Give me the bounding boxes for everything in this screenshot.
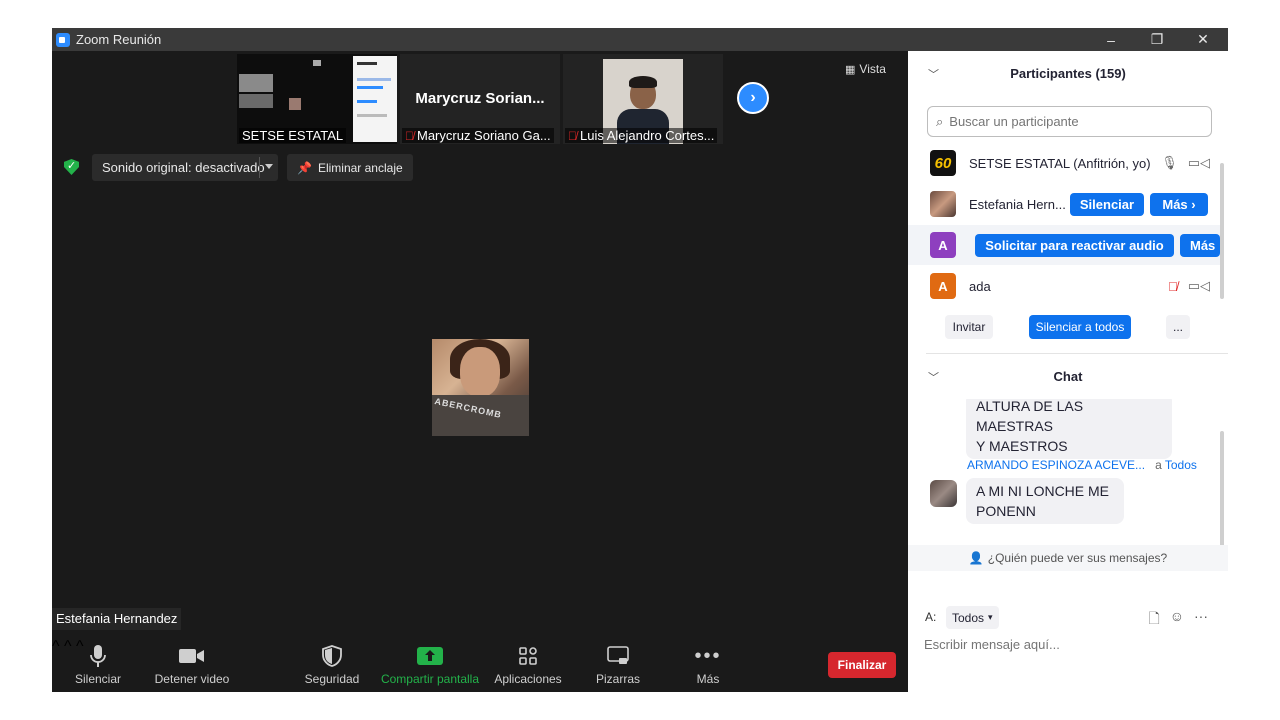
active-speaker-name: Estefania Hernandez bbox=[52, 608, 182, 630]
next-page-button[interactable]: › bbox=[737, 82, 769, 114]
video-camera-icon bbox=[179, 644, 205, 668]
search-icon: ⌕ bbox=[936, 113, 944, 129]
chevron-up-icon[interactable]: ^ bbox=[64, 638, 72, 655]
participant-search[interactable]: ⌕ bbox=[927, 106, 1212, 137]
security-button[interactable]: Seguridad bbox=[304, 638, 360, 692]
participant-more-button[interactable]: Más › bbox=[1150, 192, 1208, 216]
pin-icon: 📌 bbox=[297, 160, 312, 175]
microphone-icon bbox=[89, 644, 107, 668]
more-dots-icon: ••• bbox=[694, 644, 722, 667]
share-screen-icon bbox=[417, 644, 443, 668]
participants-more-button[interactable]: ... bbox=[1166, 315, 1190, 339]
restore-button[interactable]: ❐ bbox=[1134, 28, 1180, 51]
emoji-icon[interactable]: ☺ bbox=[1170, 608, 1184, 632]
chevron-right-icon: › bbox=[750, 89, 756, 106]
avatar bbox=[930, 480, 957, 507]
chat-messages: ALTURA DE LAS MAESTRAS Y MAESTROS ARMAND… bbox=[908, 399, 1220, 544]
view-button[interactable]: ▦ Vista bbox=[845, 62, 886, 76]
participants-header: ﹀ Participantes (159) bbox=[928, 65, 1126, 82]
who-can-see-messages[interactable]: 👤 ¿Quién puede ver sus mensajes? bbox=[908, 545, 1228, 571]
mic-muted-icon: 🎙̸ bbox=[405, 129, 414, 143]
video-camera-icon[interactable]: ▭◁ bbox=[1188, 278, 1210, 294]
chevron-down-icon[interactable]: ﹀ bbox=[928, 369, 939, 385]
recipient-label: A: bbox=[925, 610, 937, 624]
chat-message-input[interactable] bbox=[924, 637, 1214, 652]
avatar bbox=[930, 191, 956, 217]
meeting-toolbar: Silenciar ^ Detener video ^ Seguridad Co… bbox=[52, 638, 908, 692]
zoom-app-icon bbox=[56, 32, 70, 47]
whiteboard-icon bbox=[607, 644, 629, 668]
chat-message: ALTURA DE LAS MAESTRAS Y MAESTROS bbox=[966, 399, 1172, 459]
apps-icon bbox=[518, 644, 538, 668]
end-meeting-button[interactable]: Finalizar bbox=[828, 652, 896, 678]
whiteboards-button[interactable]: Pizarras bbox=[592, 638, 644, 692]
encryption-shield-icon[interactable] bbox=[64, 159, 79, 175]
close-button[interactable]: ✕ bbox=[1180, 28, 1226, 51]
caret-down-icon[interactable] bbox=[265, 164, 273, 169]
share-screen-button[interactable]: Compartir pantalla bbox=[380, 638, 480, 692]
thumbnail-label: SETSE ESTATAL bbox=[239, 128, 347, 143]
participant-row[interactable]: A ada 🎙̸ ▭◁ bbox=[908, 266, 1220, 303]
ask-to-unmute-button[interactable]: Solicitar para reactivar audio bbox=[975, 233, 1174, 257]
more-dots-icon[interactable]: ··· bbox=[1194, 608, 1208, 632]
thumbnail-setse[interactable]: SETSE ESTATAL bbox=[237, 54, 397, 144]
original-sound-button[interactable]: Sonido original: desactivado bbox=[92, 154, 278, 181]
chat-header: ﹀ Chat bbox=[928, 368, 1083, 385]
chat-message: A MI NI LONCHE ME PONENN bbox=[966, 478, 1124, 524]
recipient-select[interactable]: Todos ▾ bbox=[946, 606, 999, 629]
participant-actions: Invitar Silenciar a todos ... bbox=[908, 315, 1228, 341]
participant-row[interactable]: A Solicitar para reactivar audio Más bbox=[908, 225, 1220, 265]
file-icon[interactable]: 🗋 bbox=[1148, 608, 1159, 632]
title-bar: Zoom Reunión – ❐ ✕ bbox=[52, 28, 1228, 51]
chevron-down-icon[interactable]: ﹀ bbox=[928, 66, 939, 82]
person-info-icon: 👤 bbox=[968, 551, 984, 565]
participant-search-input[interactable] bbox=[949, 114, 1190, 129]
minimize-button[interactable]: – bbox=[1088, 28, 1134, 51]
avatar: 60 bbox=[930, 150, 956, 176]
mic-muted-icon: 🎙̸ bbox=[568, 129, 577, 143]
shield-icon bbox=[322, 644, 342, 668]
side-panel: ﹀ Participantes (159) ⌕ 60 SETSE ESTATAL… bbox=[908, 51, 1228, 692]
avatar: A bbox=[930, 273, 956, 299]
thumbnail-label: 🎙̸ Marycruz Soriano Ga... bbox=[402, 128, 554, 143]
chevron-down-icon: ▾ bbox=[988, 612, 993, 622]
mic-muted-icon[interactable]: 🎙̸ bbox=[1168, 279, 1178, 294]
participant-name: Estefania Hern... bbox=[969, 196, 1066, 212]
stop-video-button[interactable]: Detener video bbox=[154, 638, 230, 692]
zoom-window: Zoom Reunión – ❐ ✕ SETSE ESTATAL Marycru… bbox=[52, 28, 1228, 692]
participant-more-button[interactable]: Más bbox=[1180, 233, 1220, 257]
avatar: A bbox=[930, 232, 956, 258]
chat-recipient-row: A: Todos ▾ 🗋 ☺ ··· bbox=[908, 606, 1228, 630]
microphone-icon[interactable]: 🎙 bbox=[1161, 155, 1178, 171]
thumbnail-label: 🎙̸ Luis Alejandro Cortes... bbox=[565, 128, 718, 143]
invite-button[interactable]: Invitar bbox=[945, 315, 993, 339]
mute-all-button[interactable]: Silenciar a todos bbox=[1029, 315, 1131, 339]
more-button[interactable]: ••• Más bbox=[682, 638, 734, 692]
thumbnail-marycruz[interactable]: Marycruz Sorian... 🎙̸ Marycruz Soriano Ga… bbox=[400, 54, 560, 144]
apps-button[interactable]: Aplicaciones bbox=[494, 638, 562, 692]
chat-sender: ARMANDO ESPINOZA ACEVE... a Todos bbox=[967, 458, 1197, 472]
thumbnail-luis[interactable]: 🎙̸ Luis Alejandro Cortes... bbox=[563, 54, 723, 144]
grid-icon: ▦ bbox=[845, 63, 856, 76]
participant-name: ada bbox=[969, 278, 991, 294]
chevron-up-icon[interactable]: ^ bbox=[52, 638, 60, 655]
participant-row[interactable]: Estefania Hern... Silenciar Más › bbox=[908, 184, 1220, 224]
mute-button[interactable]: Silenciar bbox=[74, 638, 122, 692]
video-camera-icon[interactable]: ▭◁ bbox=[1188, 155, 1210, 171]
mute-participant-button[interactable]: Silenciar bbox=[1070, 192, 1144, 216]
unpin-button[interactable]: 📌 Eliminar anclaje bbox=[287, 154, 413, 181]
participants-scrollbar[interactable] bbox=[1220, 163, 1224, 299]
active-speaker-video: ABERCROMB bbox=[432, 339, 529, 436]
participant-row[interactable]: 60 SETSE ESTATAL (Anfitrión, yo) 🎙 ▭◁ bbox=[908, 143, 1220, 183]
participant-list: 60 SETSE ESTATAL (Anfitrión, yo) 🎙 ▭◁ Es… bbox=[908, 143, 1220, 303]
window-title: Zoom Reunión bbox=[76, 32, 162, 47]
divider bbox=[926, 353, 1228, 354]
participant-name: SETSE ESTATAL (Anfitrión, yo) bbox=[969, 155, 1151, 171]
participant-name-large: Marycruz Sorian... bbox=[415, 90, 545, 107]
meeting-area: SETSE ESTATAL Marycruz Sorian... 🎙̸ Maryc… bbox=[52, 51, 908, 692]
